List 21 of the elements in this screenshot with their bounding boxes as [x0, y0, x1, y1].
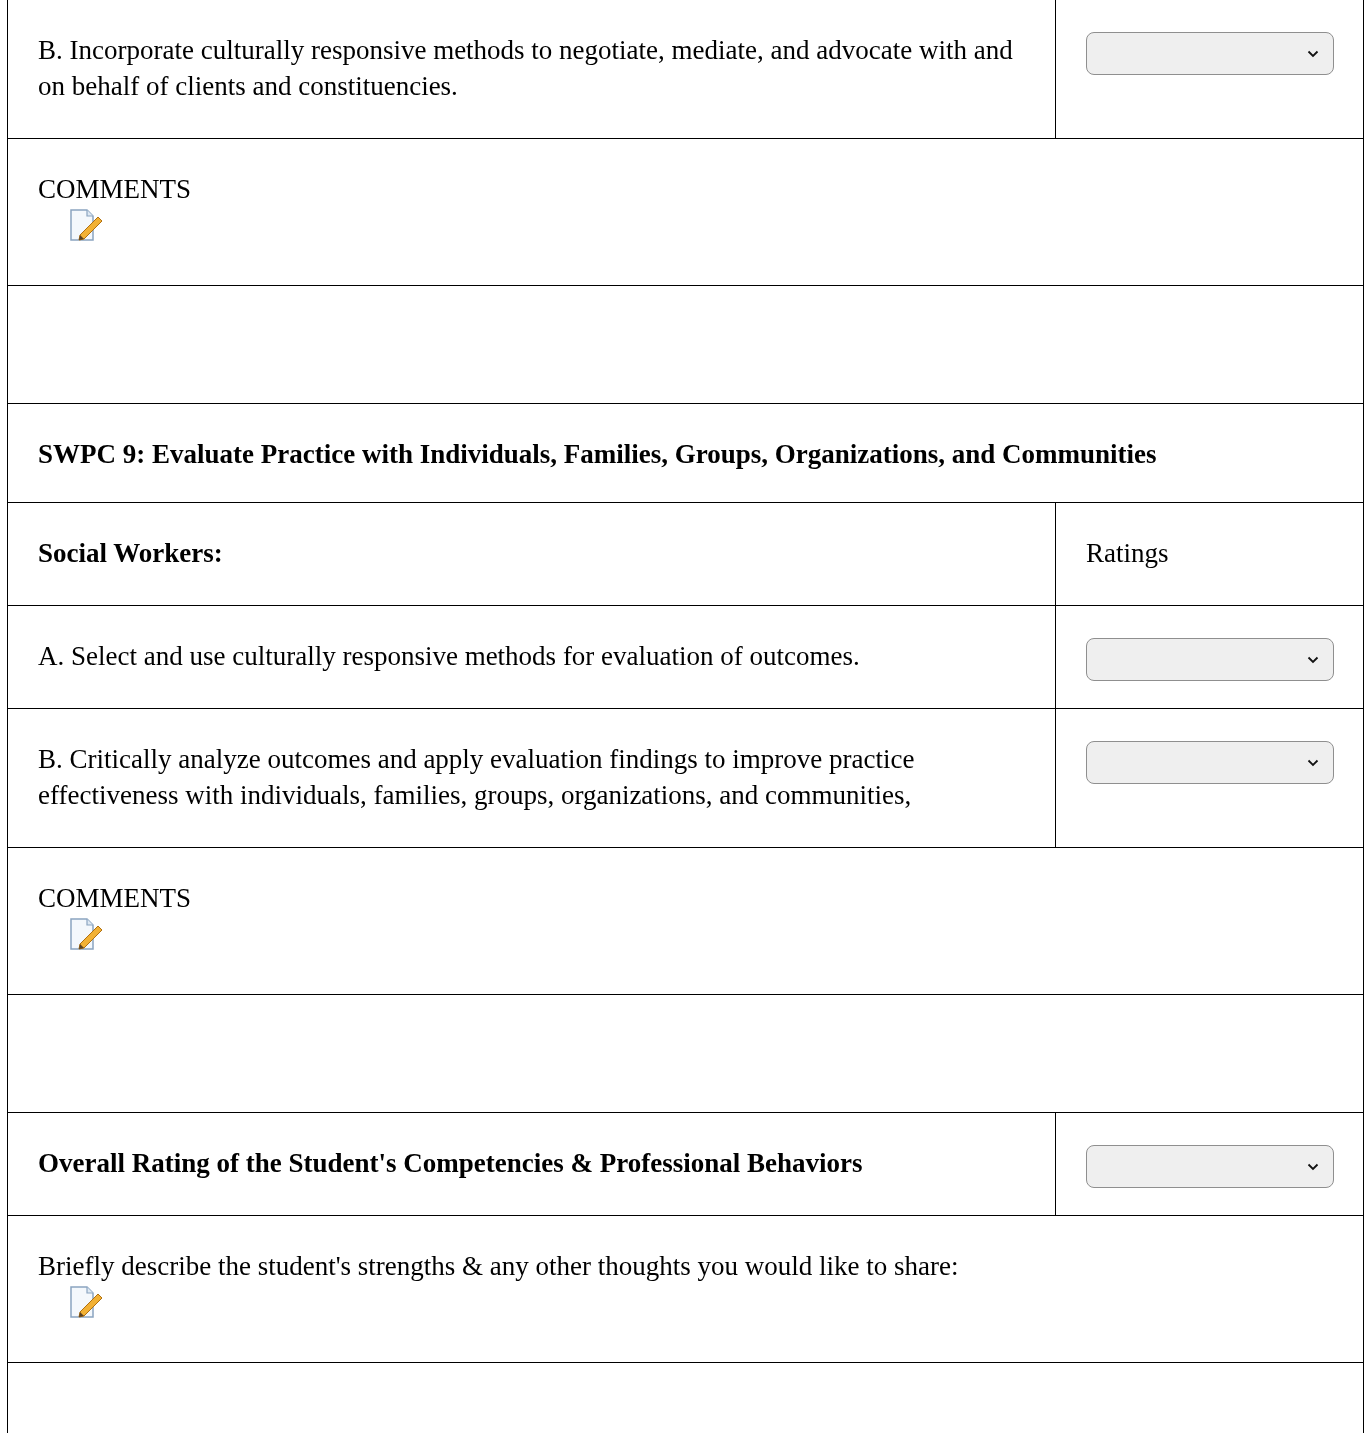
rating-dropdown[interactable] — [1086, 1145, 1334, 1188]
edit-icon[interactable] — [69, 1286, 103, 1318]
column-heading: Social Workers: — [38, 537, 224, 570]
chevron-down-icon — [1307, 758, 1319, 767]
chevron-down-icon — [1307, 1162, 1319, 1171]
edit-icon[interactable] — [69, 209, 103, 241]
overall-rating-label: Overall Rating of the Student's Competencies & Professional Behaviors — [38, 1147, 864, 1180]
comments-label: COMMENTS — [38, 882, 193, 915]
competency-text: B. Critically analyze outcomes and apply evaluation findings to improve practice effectiveness with individuals, families, groups, organizations, and communities, — [38, 743, 916, 812]
chevron-down-icon — [1307, 49, 1319, 58]
rating-dropdown[interactable] — [1086, 741, 1334, 784]
section-heading: SWPC 9: Evaluate Practice with Individuals, Families, Groups, Organizations, and Communities — [38, 438, 1158, 471]
chevron-down-icon — [1307, 655, 1319, 664]
rating-dropdown[interactable] — [1086, 638, 1334, 681]
competency-text: A. Select and use culturally responsive methods for evaluation of outcomes. — [38, 640, 861, 673]
comments-label: Briefly describe the student's strengths & any other thoughts you would like to share: — [38, 1250, 960, 1283]
competency-text: B. Incorporate culturally responsive methods to negotiate, mediate, and advocate with and on behalf of clients and constituencies. — [38, 34, 1014, 103]
comments-label: COMMENTS — [38, 173, 193, 206]
column-heading: Ratings — [1086, 537, 1170, 570]
edit-icon[interactable] — [69, 918, 103, 950]
rating-dropdown[interactable] — [1086, 32, 1334, 75]
